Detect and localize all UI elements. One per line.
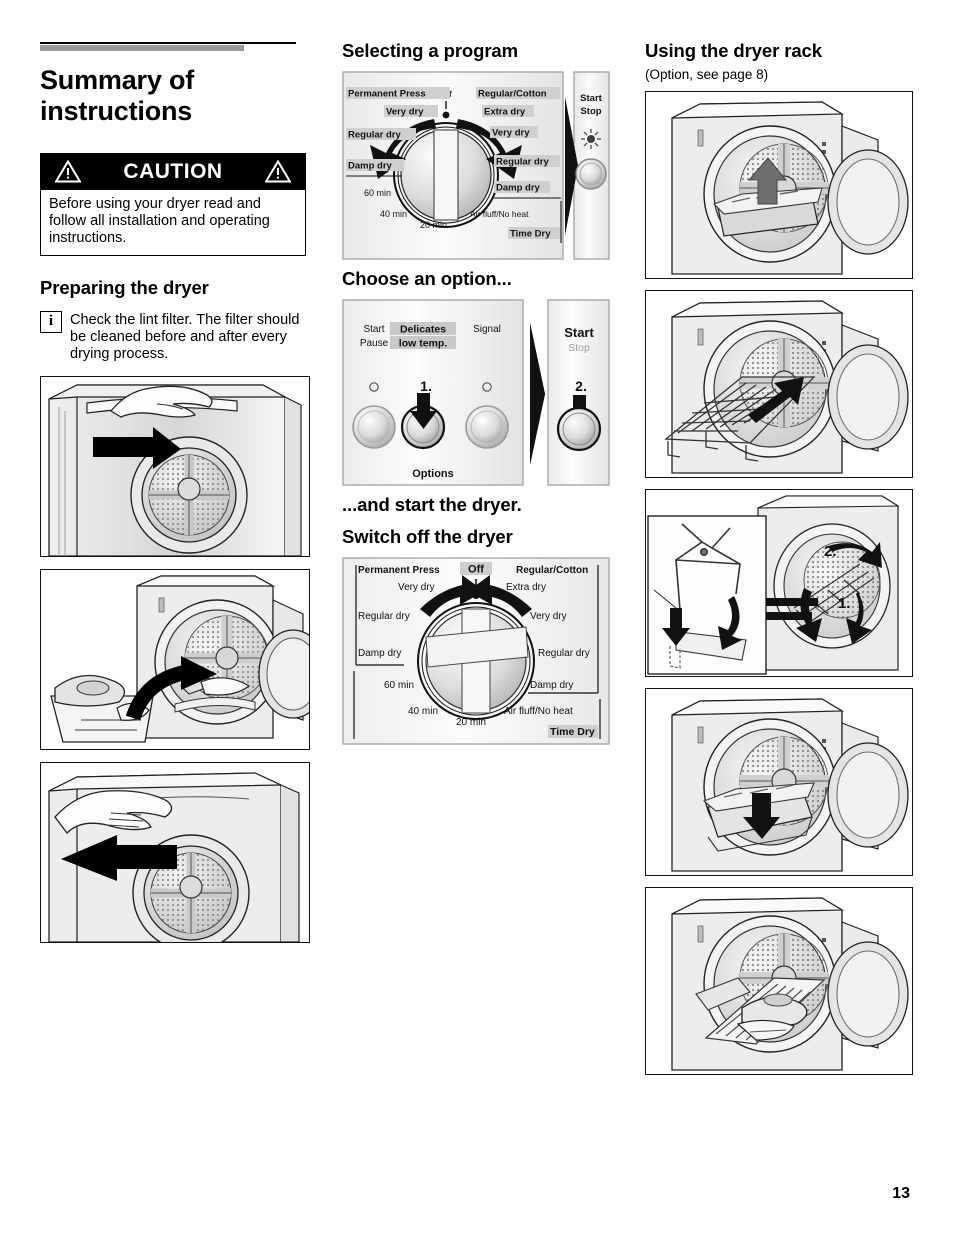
dial-time-label-2: 20 min (420, 220, 447, 230)
selecting-program-heading: Selecting a program (342, 40, 518, 61)
preparing-heading: Preparing the dryer (40, 276, 209, 298)
switchoff-right-0: Extra dry (506, 582, 546, 593)
page-title-line2: instructions (40, 96, 193, 127)
right-column: Using the dryer rack (Option, see page 8… (645, 40, 913, 1075)
header-rule (40, 42, 312, 54)
figure-insert-rack (645, 290, 913, 478)
dial-time-label-1: 40 min (380, 209, 407, 219)
page-number: 13 (892, 1185, 910, 1202)
rack-step-1-label: 1. (838, 595, 851, 612)
option-btn-1-line1: Delicates (400, 324, 446, 336)
caution-label: CAUTION (123, 159, 223, 183)
switchoff-air-fluff: Air fluff/No heat (504, 706, 573, 717)
dial-left-label-2: Damp dry (348, 161, 393, 172)
option-btn-2-line1: Signal (473, 324, 501, 335)
switchoff-left-2: Damp dry (358, 648, 401, 659)
figure-rack-lift-filter-cover (645, 91, 913, 279)
dryer-rack-heading: Using the dryer rack (645, 40, 822, 61)
dial-time-dry-label: Time Dry (510, 229, 551, 240)
left-column: Summary of instructions CAUTION Before u… (40, 42, 312, 943)
figure-switch-off-dial: Off Permanent Press Very dry Regular dry… (342, 557, 610, 745)
option-btn-0-line2: Pause (360, 338, 389, 349)
start-panel-line2: Stop (568, 342, 590, 354)
caution-bar: CAUTION (41, 153, 305, 190)
switchoff-right-3: Damp dry (530, 680, 573, 691)
switchoff-left-1: Regular dry (358, 611, 410, 622)
switchoff-right-2: Regular dry (538, 648, 590, 659)
middle-column: Selecting a program Permanent Press Very… (342, 40, 614, 745)
figure-open-door (40, 375, 310, 557)
option-btn-0-line1: Start (363, 324, 384, 335)
indicator-light-icon (581, 129, 601, 149)
options-step-label: 1. (420, 378, 432, 394)
figure-rack-hooks-detail: 2. 1. (645, 489, 913, 677)
dryer-rack-subheading: (Option, see page 8) (645, 67, 769, 82)
dial-air-fluff-label: Air fluff/No heat (470, 209, 529, 219)
start-stop-line1: Start (580, 93, 602, 104)
warning-triangle-icon (55, 160, 81, 183)
switchoff-left-0: Very dry (398, 582, 435, 593)
option-btn-1-line2: low temp. (399, 338, 448, 350)
switchoff-time-1: 40 min (408, 706, 438, 717)
options-footer-label: Options (412, 468, 454, 480)
caution-text: Before using your dryer read and follow … (49, 195, 270, 246)
start-panel-line1: Start (564, 325, 594, 340)
switchoff-time-dry: Time Dry (550, 726, 595, 738)
figure-rack-with-shoes (645, 887, 913, 1075)
caution-box: CAUTION Before using your dryer read and… (40, 152, 306, 256)
switchoff-time-0: 60 min (384, 680, 414, 691)
switchoff-right-group: Regular/Cotton (516, 565, 588, 576)
dial-time-label-0: 60 min (364, 188, 391, 198)
page-title-line1: Summary of (40, 65, 195, 95)
dial-left-label-0: Very dry (386, 107, 424, 118)
switchoff-right-1: Very dry (530, 611, 567, 622)
switchoff-time-2: 20 min (456, 717, 486, 728)
start-panel-step-label: 2. (575, 378, 587, 394)
header-rule-thin (40, 42, 296, 44)
dial-right-label-3: Damp dry (496, 183, 541, 194)
warning-triangle-icon (265, 160, 291, 183)
switchoff-left-group: Permanent Press (358, 565, 440, 576)
switchoff-off-label: Off (468, 564, 484, 576)
figure-options-panel: Start Pause Delicates low temp. Signal 1… (342, 299, 610, 486)
header-rule-thick (40, 45, 244, 51)
choose-option-heading: Choose an option... (342, 268, 512, 289)
start-stop-line2: Stop (580, 106, 601, 117)
figure-rack-push-down (645, 688, 913, 876)
switch-off-heading: Switch off the dryer (342, 526, 513, 547)
info-note: i Check the lint filter. The filter shou… (40, 310, 312, 364)
figure-close-door (40, 761, 310, 943)
info-note-text: Check the lint filter. The filter should… (70, 311, 300, 363)
figure-load-laundry (40, 568, 310, 750)
start-dryer-heading: ...and start the dryer. (342, 494, 522, 515)
dial-left-label-1: Regular dry (348, 130, 402, 141)
dial-right-label-1: Very dry (492, 128, 530, 139)
manual-page: Summary of instructions CAUTION Before u… (0, 0, 954, 1235)
rack-step-2-label: 2. (824, 543, 837, 560)
info-icon: i (40, 310, 62, 333)
dial-right-group-title: Regular/Cotton (478, 89, 547, 100)
dial-left-group-title: Permanent Press (348, 89, 426, 100)
dial-right-label-2: Regular dry (496, 157, 550, 168)
dial-right-label-0: Extra dry (484, 107, 526, 118)
figure-program-dial: Off Permanent Press Very dry Regular dry… (342, 71, 610, 260)
page-title: Summary of instructions (40, 65, 312, 128)
